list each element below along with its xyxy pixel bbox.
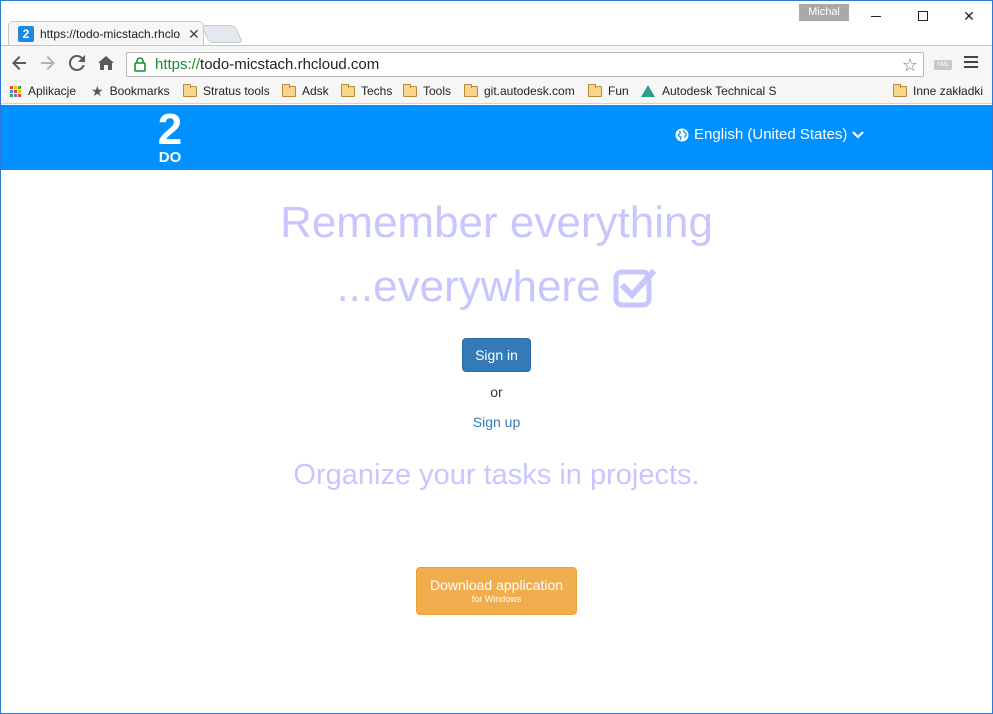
home-button[interactable]	[95, 52, 117, 74]
browser-menu-icon[interactable]	[964, 56, 978, 71]
url-host: todo-micstach.rhcloud.com	[200, 56, 380, 73]
bookmark-git-autodesk[interactable]: git.autodesk.com	[464, 80, 575, 102]
bookmark-techs[interactable]: Techs	[341, 80, 392, 102]
app-logo[interactable]: 2 DO	[153, 105, 187, 167]
autodesk-icon	[641, 85, 655, 97]
download-label: Download application	[429, 577, 564, 593]
chevron-down-icon	[852, 130, 865, 139]
bookmark-adsk[interactable]: Adsk	[282, 80, 329, 102]
globe-icon	[675, 128, 689, 141]
bookmark-tools[interactable]: Tools	[403, 80, 451, 102]
bookmark-fun[interactable]: Fun	[588, 80, 629, 102]
folder-icon	[464, 83, 478, 97]
lock-icon	[133, 57, 147, 73]
bookmark-label: Autodesk Technical Su	[662, 84, 777, 98]
or-separator: or	[490, 384, 503, 400]
profile-badge[interactable]: Michal	[799, 4, 849, 21]
new-tab-button[interactable]	[200, 25, 244, 43]
bookmark-label: Fun	[608, 84, 629, 98]
bookmarks-bar: Aplikacje ★ Bookmarks Stratus tools Adsk…	[1, 80, 992, 104]
bookmark-label: Aplikacje	[28, 84, 77, 98]
address-bar[interactable]: https:// todo-micstach.rhcloud.com ☆	[126, 52, 924, 77]
bookmark-label: Techs	[361, 84, 393, 98]
bookmark-stratus-tools[interactable]: Stratus tools	[183, 80, 270, 102]
sign-up-link[interactable]: Sign up	[473, 414, 520, 430]
browser-tab[interactable]: 2 https://todo-micstach.rhclo ✕	[8, 21, 204, 46]
bookmark-label: Inne zakładki	[913, 84, 984, 98]
folder-icon	[893, 83, 907, 97]
bookmark-autodesk-technical[interactable]: Autodesk Technical Su	[641, 80, 777, 102]
sign-up-link-row: Sign up	[1, 414, 992, 430]
download-application-button[interactable]: Download application for Windows	[416, 567, 577, 615]
folder-icon	[282, 83, 296, 97]
url-scheme: https://	[155, 56, 201, 73]
sign-in-button[interactable]: Sign in	[462, 338, 531, 372]
folder-icon	[403, 83, 417, 97]
reload-icon	[69, 55, 85, 71]
folder-icon	[588, 83, 602, 97]
back-button[interactable]	[8, 52, 30, 74]
folder-icon	[341, 83, 355, 97]
close-icon: ✕	[963, 7, 975, 24]
hero-subheading-text: ...everywhere	[336, 262, 601, 311]
browser-window: 2 https://todo-micstach.rhclo ✕ Michal ✕…	[0, 0, 993, 714]
bookmark-label: Stratus tools	[203, 84, 270, 98]
back-arrow-icon	[12, 56, 26, 70]
web-page: 2 DO English (United States) Remember ev…	[1, 105, 992, 713]
reload-button[interactable]	[66, 52, 88, 74]
hero-subheading: ...everywhere	[1, 262, 992, 312]
minimize-button[interactable]	[853, 1, 899, 31]
bookmark-label: Bookmarks	[109, 84, 170, 98]
xml-extension-icon[interactable]: XML	[934, 60, 952, 70]
bookmark-aplikacje[interactable]: Aplikacje	[10, 80, 76, 102]
language-label: English (United States)	[694, 126, 848, 143]
forward-button[interactable]	[37, 52, 59, 74]
language-selector[interactable]: English (United States)	[675, 126, 865, 143]
apps-icon	[10, 85, 21, 97]
close-window-button[interactable]: ✕	[946, 1, 992, 31]
home-icon	[98, 56, 114, 70]
bookmark-bookmarks[interactable]: ★ Bookmarks	[91, 80, 170, 102]
bookmark-star-icon[interactable]: ☆	[902, 55, 918, 76]
bookmark-label: Adsk	[302, 84, 329, 98]
logo-number: 2	[157, 105, 183, 154]
bookmark-other[interactable]: Inne zakładki	[893, 80, 983, 102]
checkbox-checked-icon	[613, 268, 656, 308]
app-header: 2 DO English (United States)	[1, 105, 992, 170]
hero-heading: Remember everything	[280, 198, 713, 247]
maximize-icon	[918, 11, 928, 21]
bookmark-label: Tools	[423, 84, 452, 98]
tab-favicon-icon: 2	[18, 26, 34, 42]
tagline: Organize your tasks in projects.	[293, 459, 700, 491]
bookmark-label: git.autodesk.com	[484, 84, 575, 98]
browser-toolbar: https:// todo-micstach.rhcloud.com ☆ XML	[1, 45, 992, 80]
star-icon: ★	[91, 82, 104, 99]
tab-close-icon[interactable]: ✕	[188, 27, 200, 41]
folder-icon	[183, 83, 197, 97]
tab-title: https://todo-micstach.rhclo	[40, 27, 181, 41]
title-bar: 2 https://todo-micstach.rhclo ✕ Michal ✕	[1, 1, 992, 46]
forward-arrow-icon	[41, 56, 55, 70]
minimize-icon	[871, 15, 881, 17]
maximize-button[interactable]	[900, 1, 946, 31]
download-sublabel: for Windows	[471, 594, 522, 604]
